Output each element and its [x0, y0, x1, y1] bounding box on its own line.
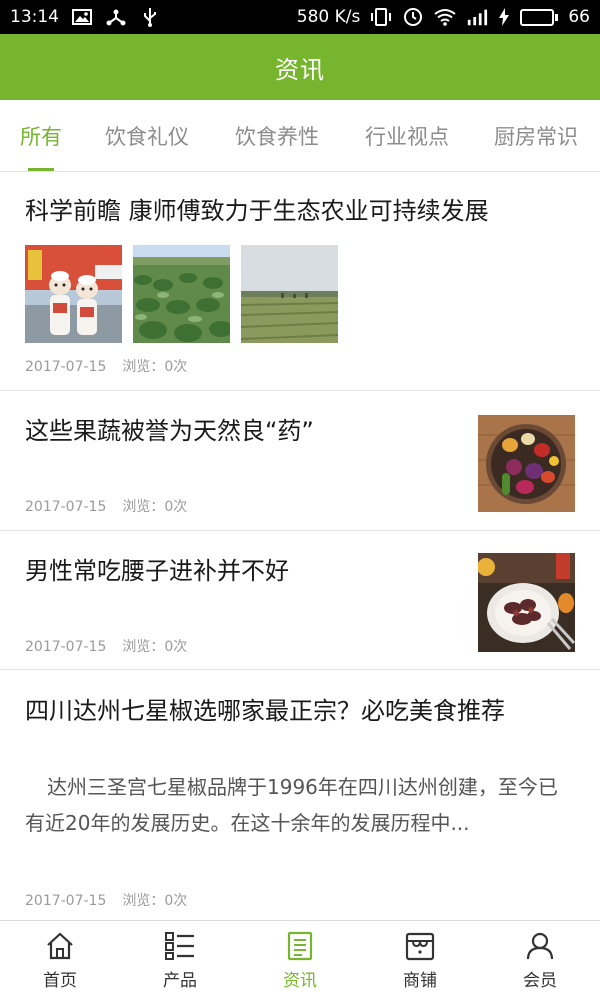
wifi-icon [434, 7, 456, 27]
news-date: 2017-07-15 [25, 639, 107, 655]
news-date: 2017-07-15 [25, 359, 107, 375]
nav-label: 会员 [523, 971, 557, 991]
bottom-nav: 首页 产品 资讯 商铺 会员 [0, 920, 600, 1000]
news-list: 科学前瞻 康师傅致力于生态农业可持续发展 2017-07-15 浏览：0次 这些… [0, 172, 600, 920]
page-title: 资讯 [275, 55, 325, 84]
net-speed: 580 K/s [296, 7, 361, 27]
news-item[interactable]: 男性常吃腰子进补并不好 2017-07-15 浏览：0次 [0, 531, 600, 670]
app-header: 资讯 [0, 34, 600, 100]
tab-industry-view[interactable]: 行业视点 [342, 100, 472, 171]
battery-icon [520, 8, 559, 26]
home-icon [44, 930, 76, 962]
product-list-icon [164, 930, 196, 962]
nav-home[interactable]: 首页 [0, 921, 120, 1000]
tab-label: 饮食养性 [235, 124, 319, 149]
nav-products[interactable]: 产品 [120, 921, 240, 1000]
vegetable-bowl-photo [478, 415, 575, 512]
news-views: 浏览：0次 [122, 893, 188, 909]
news-meta: 2017-07-15 浏览：0次 [25, 496, 187, 516]
tab-diet-health[interactable]: 饮食养性 [212, 100, 342, 171]
tab-label: 厨房常识 [494, 124, 578, 149]
news-date: 2017-07-15 [25, 893, 107, 909]
news-title: 四川达州七星椒选哪家最正宗？必吃美食推荐 [25, 697, 505, 725]
news-views: 浏览：0次 [122, 359, 188, 375]
news-item[interactable]: 四川达州七星椒选哪家最正宗？必吃美食推荐 达州三圣宫七星椒品牌于1996年在四川… [0, 670, 600, 920]
news-date: 2017-07-15 [25, 499, 107, 515]
news-meta: 2017-07-15 浏览：0次 [25, 636, 187, 656]
tab-kitchen-tips[interactable]: 厨房常识 [472, 100, 600, 171]
status-bar: 13:14 580 K/s 66 [0, 0, 600, 34]
news-meta: 2017-07-15 浏览：0次 [25, 890, 187, 910]
nav-label: 资讯 [283, 971, 317, 991]
battery-level: 66 [568, 7, 590, 27]
news-item[interactable]: 科学前瞻 康师傅致力于生态农业可持续发展 2017-07-15 浏览：0次 [0, 172, 600, 391]
nav-member[interactable]: 会员 [480, 921, 600, 1000]
nav-label: 产品 [163, 971, 197, 991]
charging-icon [498, 7, 510, 27]
gallery-icon [71, 7, 93, 27]
nav-news[interactable]: 资讯 [240, 921, 360, 1000]
news-title: 科学前瞻 康师傅致力于生态农业可持续发展 [25, 197, 489, 225]
vegetable-field-photo [133, 245, 230, 343]
nav-shop[interactable]: 商铺 [360, 921, 480, 1000]
news-views: 浏览：0次 [122, 499, 188, 515]
usb-icon [139, 7, 161, 27]
shop-icon [404, 930, 436, 962]
kidney-dish-photo [478, 553, 575, 652]
alarm-icon [402, 7, 424, 27]
tab-label: 所有 [20, 124, 62, 149]
tab-all[interactable]: 所有 [0, 100, 82, 171]
category-tabs: 所有 饮食礼仪 饮食养性 行业视点 厨房常识 [0, 100, 600, 172]
tab-label: 饮食礼仪 [105, 124, 189, 149]
news-views: 浏览：0次 [122, 639, 188, 655]
signal-icon [466, 7, 488, 27]
news-excerpt: 达州三圣宫七星椒品牌于1996年在四川达州创建，至今已有近20年的发展历史。在这… [25, 775, 558, 835]
nav-label: 首页 [43, 971, 77, 991]
tab-label: 行业视点 [365, 124, 449, 149]
news-title: 男性常吃腰子进补并不好 [25, 557, 289, 585]
news-icon [284, 930, 316, 962]
news-title: 这些果蔬被誉为天然良“药” [25, 417, 314, 445]
tab-dining-etiquette[interactable]: 饮食礼仪 [82, 100, 212, 171]
member-icon [524, 930, 556, 962]
farmland-photo [241, 245, 338, 343]
news-item[interactable]: 这些果蔬被誉为天然良“药” 2017-07-15 浏览：0次 [0, 391, 600, 531]
mascot-photo [25, 245, 122, 343]
nav-label: 商铺 [403, 971, 437, 991]
news-meta: 2017-07-15 浏览：0次 [25, 356, 187, 376]
vibrate-icon [370, 7, 392, 27]
status-time: 13:14 [10, 7, 59, 27]
thumbnail-row [25, 245, 338, 343]
usb-share-icon [105, 7, 127, 27]
